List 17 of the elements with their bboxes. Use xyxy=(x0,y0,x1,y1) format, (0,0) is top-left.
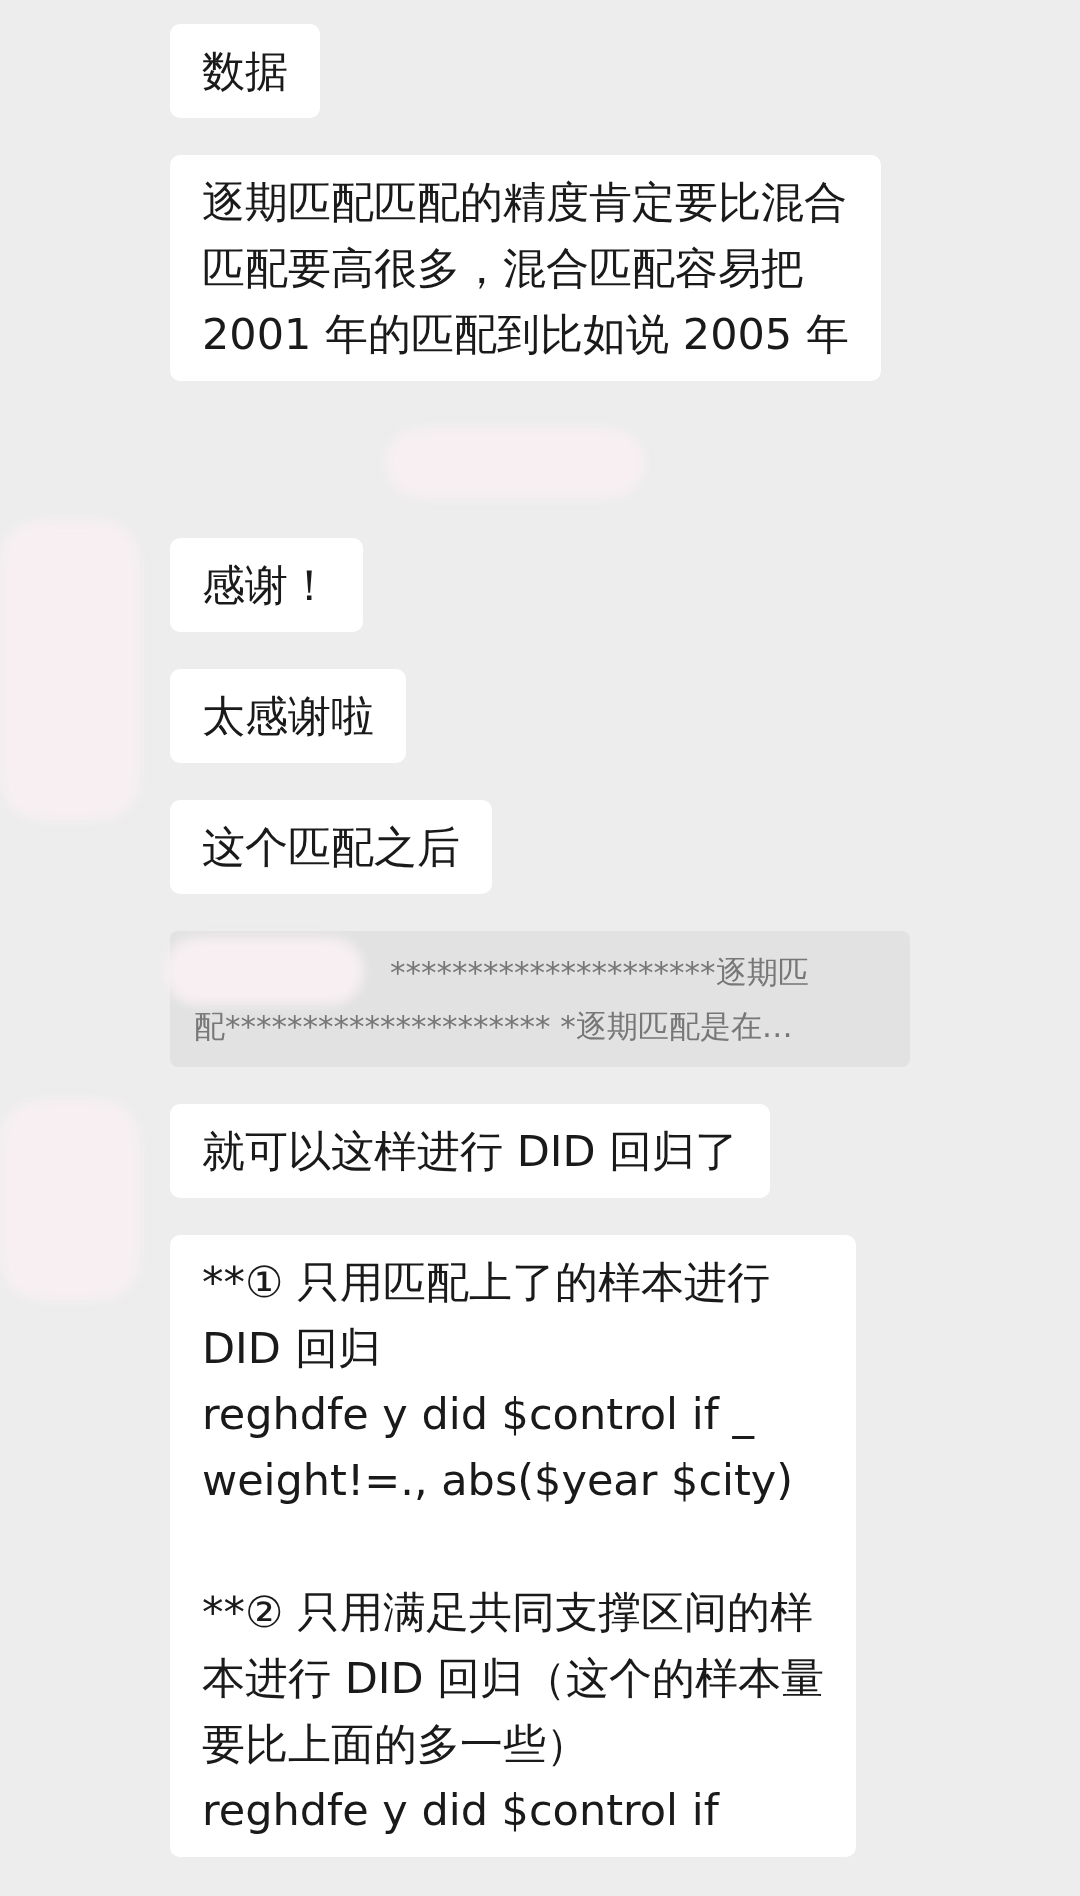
message-text: 就可以这样进行 DID 回归了 xyxy=(202,1125,739,1178)
quote-text: *********************逐期匹 xyxy=(390,953,809,992)
message-text: 数据 xyxy=(202,45,288,98)
message-bubble[interactable]: 数据 xyxy=(170,24,320,118)
message-bubble[interactable]: 就可以这样进行 DID 回归了 xyxy=(170,1104,771,1198)
message-bubble[interactable]: **① 只用匹配上了的样本进行 DID 回归 reghdfe y did $control if _ weight!=., abs($year $city) **② 只用满足共同支撑区间的样 本进行 DID 回归（这个的样本量 要比上面的多一些） reghdfe y did $control if xyxy=(170,1235,857,1857)
quote-text: 配********************* *逐期匹配是在… xyxy=(194,1007,793,1046)
message-bubble[interactable]: 感谢！ xyxy=(170,538,363,632)
message-bubble[interactable]: 太感谢啦 xyxy=(170,669,406,763)
message-text: 逐期匹配匹配的精度肯定要比混合 匹配要高很多，混合匹配容易把 2001 年的匹配到比如说 2005 年 xyxy=(202,176,849,361)
message-bubble[interactable]: 逐期匹配匹配的精度肯定要比混合 匹配要高很多，混合匹配容易把 2001 年的匹配到比如说 2005 年 xyxy=(170,155,881,381)
message-text: **② 只用满足共同支撑区间的样 本进行 DID 回归（这个的样本量 要比上面的多一些） reghdfe y did $control if xyxy=(202,1586,825,1837)
message-text: 太感谢啦 xyxy=(202,690,374,743)
message-text: 感谢！ xyxy=(202,559,331,612)
message-text: **① 只用匹配上了的样本进行 DID 回归 reghdfe y did $control if _ weight!=., abs($year $city) xyxy=(202,1256,795,1507)
message-text: 这个匹配之后 xyxy=(202,821,460,874)
message-bubble[interactable]: 这个匹配之后 xyxy=(170,800,492,894)
